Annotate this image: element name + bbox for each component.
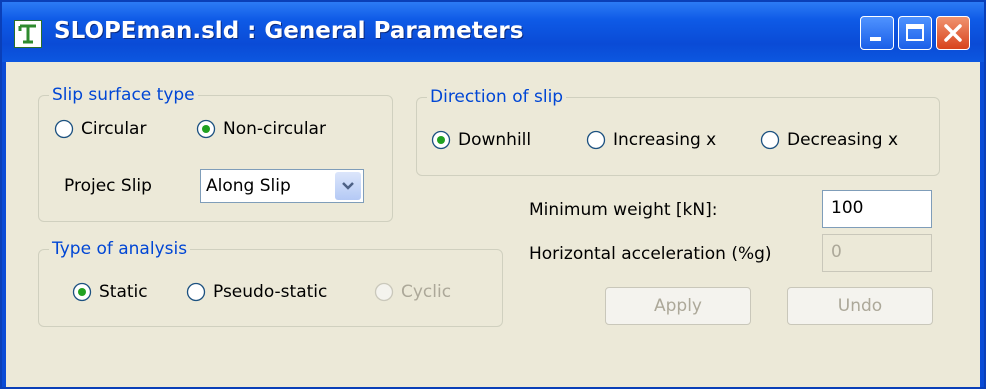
radio-pseudo-static[interactable]: Pseudo-static xyxy=(186,282,327,302)
radio-circle-icon xyxy=(186,282,206,302)
radio-cyclic[interactable]: Cyclic xyxy=(374,282,451,302)
radio-selected-icon xyxy=(431,130,451,150)
radio-circular[interactable]: Circular xyxy=(54,119,146,139)
radio-increasing-x-label: Increasing x xyxy=(613,130,717,150)
dropdown-arrow-button[interactable] xyxy=(335,172,361,200)
radio-decreasing-x-label: Decreasing x xyxy=(787,130,898,150)
radio-static-label: Static xyxy=(99,282,148,302)
radio-circular-label: Circular xyxy=(81,119,147,139)
min-weight-label: Minimum weight [kN]: xyxy=(529,200,718,220)
direction-legend: Direction of slip xyxy=(427,85,567,109)
app-icon xyxy=(14,20,42,48)
radio-non-circular-label: Non-circular xyxy=(223,119,326,139)
slip-surface-legend: Slip surface type xyxy=(49,83,198,107)
window-title: SLOPEman.sld : General Parameters xyxy=(54,18,524,44)
projec-slip-value: Along Slip xyxy=(206,176,291,196)
apply-button[interactable]: Apply xyxy=(605,287,751,325)
radio-static[interactable]: Static xyxy=(72,282,148,302)
minimize-icon xyxy=(870,37,881,41)
projec-slip-label: Projec Slip xyxy=(64,176,152,196)
radio-circle-icon xyxy=(586,130,606,150)
radio-non-circular[interactable]: Non-circular xyxy=(196,119,326,139)
radio-downhill-label: Downhill xyxy=(458,130,532,150)
radio-selected-icon xyxy=(196,119,216,139)
radio-decreasing-x[interactable]: Decreasing x xyxy=(760,130,898,150)
radio-increasing-x[interactable]: Increasing x xyxy=(586,130,716,150)
close-icon xyxy=(944,24,962,42)
dialog-client-area: Slip surface type Circular Non-circular … xyxy=(6,62,980,387)
maximize-icon xyxy=(906,24,924,41)
maximize-button[interactable] xyxy=(898,16,932,50)
radio-cyclic-label: Cyclic xyxy=(401,282,452,302)
analysis-legend: Type of analysis xyxy=(49,237,191,261)
horiz-accel-label: Horizontal acceleration (%g) xyxy=(529,244,772,264)
close-button[interactable] xyxy=(936,16,970,50)
title-bar[interactable]: SLOPEman.sld : General Parameters xyxy=(2,2,984,62)
radio-selected-icon xyxy=(72,282,92,302)
radio-downhill[interactable]: Downhill xyxy=(431,130,531,150)
minimize-button[interactable] xyxy=(860,16,894,50)
dialog-window: SLOPEman.sld : General Parameters Slip s… xyxy=(0,0,986,389)
radio-pseudo-static-label: Pseudo-static xyxy=(213,282,328,302)
projec-slip-dropdown[interactable]: Along Slip xyxy=(200,169,364,203)
horiz-accel-input[interactable]: 0 xyxy=(822,234,932,272)
radio-circle-icon xyxy=(54,119,74,139)
radio-circle-icon xyxy=(760,130,780,150)
min-weight-input[interactable]: 100 xyxy=(822,190,932,228)
chevron-down-icon xyxy=(342,182,354,190)
undo-button[interactable]: Undo xyxy=(787,287,933,325)
radio-disabled-icon xyxy=(374,282,394,302)
